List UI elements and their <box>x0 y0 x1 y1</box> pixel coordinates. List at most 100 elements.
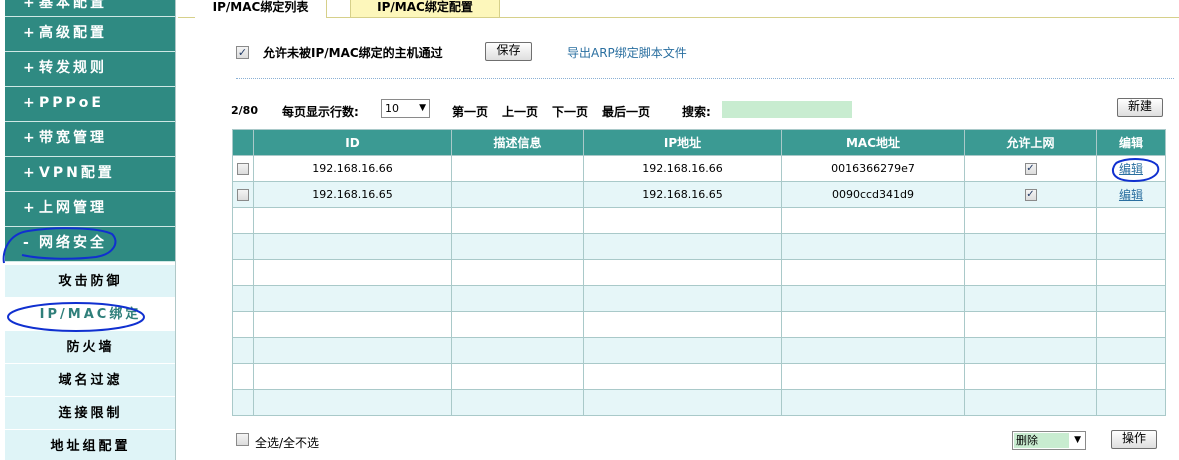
bulk-action-select[interactable]: 删除 ▼ <box>1012 431 1086 450</box>
edit-link[interactable]: 编辑 <box>1119 188 1143 202</box>
empty-cell <box>451 389 584 416</box>
rows-per-page-value: 10 <box>385 102 399 115</box>
sub-item-ip-mac-binding[interactable]: IP/MAC绑定 <box>5 298 176 331</box>
empty-row <box>232 259 1166 286</box>
sub-item-attack-defense[interactable]: 攻击防御 <box>5 265 176 298</box>
empty-row <box>232 389 1166 416</box>
rows-per-page-label: 每页显示行数: <box>282 105 359 119</box>
select-all-checkbox[interactable] <box>236 433 249 446</box>
header-id: ID <box>253 129 452 156</box>
empty-cell <box>781 233 965 260</box>
sidebar-sub-menu: 攻击防御 IP/MAC绑定 防火墙 域名过滤 连接限制 地址组配置 <box>5 265 176 460</box>
sidebar-divider <box>175 0 176 460</box>
empty-cell <box>451 337 584 364</box>
header-description: 描述信息 <box>451 129 584 156</box>
record-count: 2/80 <box>231 104 258 117</box>
empty-cell <box>253 259 452 286</box>
empty-cell <box>781 311 965 338</box>
sidebar-item-advanced-config[interactable]: + 高级配置 <box>5 17 176 52</box>
header-allow: 允许上网 <box>964 129 1097 156</box>
bulk-action-value: 删除 <box>1014 433 1069 448</box>
sidebar-item-forwarding-rules[interactable]: + 转发规则 <box>5 52 176 87</box>
sidebar-item-bandwidth[interactable]: + 带宽管理 <box>5 122 176 157</box>
empty-cell <box>781 389 965 416</box>
expand-icon: + <box>23 60 35 76</box>
dropdown-arrow-icon: ▼ <box>419 103 426 113</box>
empty-cell <box>232 259 254 286</box>
empty-row <box>232 337 1166 364</box>
allow-internet-checkbox[interactable]: ✓ <box>1024 162 1037 175</box>
empty-cell <box>781 207 965 234</box>
table-row: 192.168.16.66 192.168.16.66 0016366279e7… <box>232 155 1166 182</box>
row-checkbox[interactable] <box>237 162 249 175</box>
allow-internet-checkbox[interactable]: ✓ <box>1024 188 1037 201</box>
empty-cell <box>451 207 584 234</box>
empty-cell <box>964 363 1097 390</box>
cell-id: 192.168.16.65 <box>253 181 452 208</box>
tab-binding-list[interactable]: IP/MAC绑定列表 <box>195 0 327 18</box>
expand-icon: + <box>23 0 35 11</box>
sub-item-firewall[interactable]: 防火墙 <box>5 331 176 364</box>
cell-edit: 编辑 <box>1096 181 1166 208</box>
sub-item-address-group[interactable]: 地址组配置 <box>5 430 176 460</box>
rows-per-page-select[interactable]: 10 ▼ <box>381 99 430 118</box>
cell-edit: 编辑 <box>1096 155 1166 182</box>
sub-item-connection-limit[interactable]: 连接限制 <box>5 397 176 430</box>
search-label: 搜索: <box>682 105 711 119</box>
empty-row <box>232 363 1166 390</box>
empty-cell <box>253 337 452 364</box>
next-page-link[interactable]: 下一页 <box>552 103 588 120</box>
empty-cell <box>1096 389 1166 416</box>
row-select-cell <box>232 181 254 208</box>
binding-table: ID 描述信息 IP地址 MAC地址 允许上网 编辑 192.168.16.66… <box>232 129 1166 416</box>
search-input[interactable] <box>722 101 852 118</box>
empty-cell <box>1096 285 1166 312</box>
save-button[interactable]: 保存 <box>485 42 532 61</box>
empty-row <box>232 285 1166 312</box>
new-button[interactable]: 新建 <box>1117 98 1163 117</box>
empty-cell <box>232 311 254 338</box>
empty-cell <box>964 233 1097 260</box>
sidebar-item-internet-management[interactable]: + 上网管理 <box>5 192 176 227</box>
expand-icon: + <box>23 25 35 41</box>
allow-unbound-checkbox[interactable]: ✓ <box>236 46 249 59</box>
empty-cell <box>451 233 584 260</box>
empty-cell <box>964 285 1097 312</box>
empty-row <box>232 233 1166 260</box>
sidebar-item-label: 转发规则 <box>39 60 107 76</box>
prev-page-link[interactable]: 上一页 <box>502 103 538 120</box>
first-page-link[interactable]: 第一页 <box>452 103 488 120</box>
empty-cell <box>583 337 782 364</box>
empty-cell <box>583 311 782 338</box>
empty-cell <box>451 285 584 312</box>
select-all-label: 全选/全不选 <box>255 436 320 450</box>
sidebar-item-vpn[interactable]: + VPN配置 <box>5 157 176 192</box>
sidebar-item-label: VPN配置 <box>39 165 115 181</box>
row-select-cell <box>232 155 254 182</box>
empty-cell <box>232 207 254 234</box>
section-divider <box>236 78 1174 79</box>
sub-item-domain-filter[interactable]: 域名过滤 <box>5 364 176 397</box>
tab-binding-config[interactable]: IP/MAC绑定配置 <box>350 0 500 18</box>
export-arp-script-link[interactable]: 导出ARP绑定脚本文件 <box>567 44 687 61</box>
header-mac: MAC地址 <box>781 129 965 156</box>
operate-button[interactable]: 操作 <box>1111 430 1157 449</box>
empty-cell <box>451 311 584 338</box>
last-page-link[interactable]: 最后一页 <box>602 103 650 120</box>
row-checkbox[interactable] <box>237 188 249 201</box>
empty-cell <box>232 233 254 260</box>
empty-cell <box>1096 311 1166 338</box>
empty-cell <box>1096 259 1166 286</box>
empty-cell <box>253 311 452 338</box>
sidebar-item-basic-config[interactable]: + 基本配置 <box>5 0 176 17</box>
empty-cell <box>253 389 452 416</box>
allow-unbound-label: 允许未被IP/MAC绑定的主机通过 <box>263 46 443 60</box>
empty-cell <box>451 363 584 390</box>
sidebar-item-network-security[interactable]: - 网络安全 <box>5 227 176 262</box>
dropdown-arrow-icon: ▼ <box>1074 435 1081 445</box>
edit-link[interactable]: 编辑 <box>1119 162 1143 176</box>
header-select <box>232 129 254 156</box>
empty-cell <box>781 337 965 364</box>
table-header-row: ID 描述信息 IP地址 MAC地址 允许上网 编辑 <box>232 129 1166 156</box>
expand-icon: + <box>23 130 35 146</box>
